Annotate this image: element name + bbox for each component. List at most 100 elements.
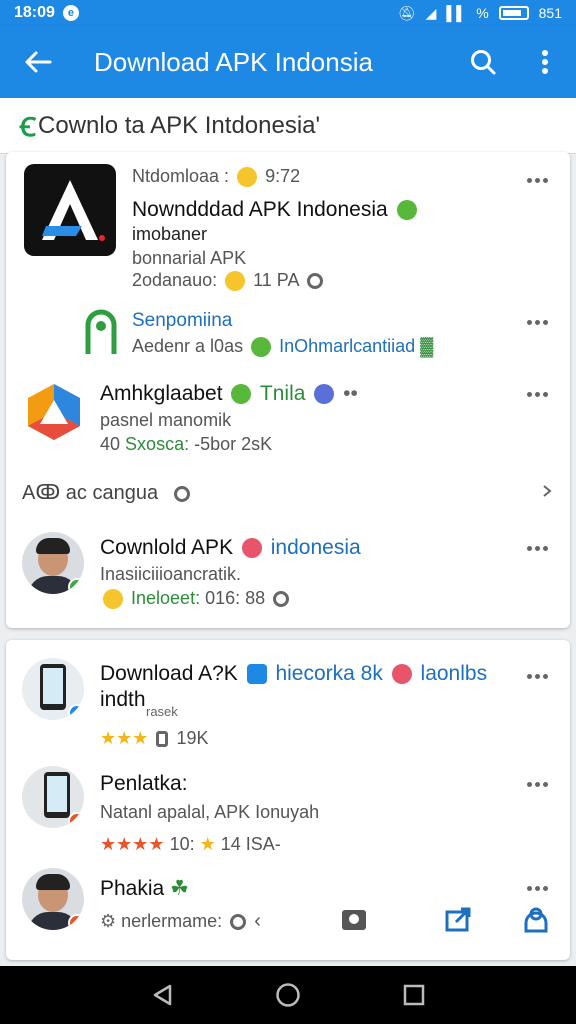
title-text: Nowndddad APK Indonesia — [132, 198, 388, 221]
more-options-button[interactable] — [522, 774, 552, 794]
nav-back-icon[interactable] — [151, 983, 173, 1007]
item-subtitle: ⚙ nerlermame: ‹ — [100, 910, 261, 933]
nav-home-icon[interactable] — [275, 982, 301, 1008]
title-text: Download A?K — [100, 662, 238, 685]
item-title-line2: indth — [100, 688, 146, 711]
brand-logo: Ꞓ — [20, 111, 36, 142]
feed-card-2: Download A?K hiecorka 8k laonlbs indth r… — [6, 640, 570, 960]
list-item[interactable]: Cownlold APK indonesia Inasiiciiioancrat… — [6, 524, 570, 624]
item-subtitle: pasnel manomik — [100, 410, 232, 430]
app-icon-green — [85, 309, 117, 354]
search-button[interactable] — [452, 26, 514, 98]
item-title: Cownlold APK indonesia — [100, 536, 361, 560]
back-chevron-icon: ‹ — [254, 910, 261, 932]
stats-label: Ineloeet: — [131, 588, 201, 608]
more-options-button[interactable] — [522, 538, 552, 558]
meta-time: 9:72 — [265, 166, 301, 186]
title-text: Amhkglaabet — [100, 382, 223, 405]
more-vert-icon — [542, 50, 548, 74]
subtitle-link: InOhmarlcantiiad — [279, 336, 416, 356]
list-item[interactable]: Ntdomloaa : 9:72 Nowndddad APK Indonesia… — [6, 152, 570, 300]
verified-icon — [231, 384, 252, 405]
user-icon[interactable] — [522, 906, 550, 934]
item-rating: ★★★ 19K — [100, 728, 208, 749]
list-item[interactable]: Senpomiina Aedenr a l0as InOhmarlcantiia… — [6, 300, 570, 366]
section-header[interactable]: Aↂ ac cangua — [6, 462, 570, 520]
app-thumbnail — [22, 766, 84, 828]
list-item[interactable]: Amhkglaabet Tnila •• pasnel manomik 40 S… — [6, 366, 570, 460]
chevron-right-icon — [543, 485, 552, 497]
subtitle-text: nerlermame: — [121, 911, 223, 931]
clock-icon — [306, 273, 323, 290]
clock-icon — [230, 914, 247, 931]
dots-icon: •• — [343, 382, 358, 405]
battery-percent: % — [476, 5, 489, 21]
item-subtitle: Natanl apalal, APK Ionuyah — [100, 802, 320, 822]
star-icon: ★ — [199, 834, 216, 854]
rating-count: 19K — [176, 728, 209, 748]
item-title: Penlatka: — [100, 772, 188, 795]
stats-value: -5bor 2sK — [194, 434, 273, 454]
half-icon — [156, 731, 169, 748]
title-link-2: laonlbs — [420, 662, 488, 685]
battery-icon — [498, 6, 529, 20]
system-nav-bar — [0, 966, 576, 1024]
avatar — [22, 868, 84, 930]
app-logo-icon — [24, 164, 116, 256]
more-options-button[interactable] — [522, 878, 552, 898]
user-badge-icon — [314, 384, 335, 405]
app-bar: Download APK Indonsia — [0, 26, 576, 98]
back-button[interactable] — [0, 26, 76, 98]
notification-icon: e — [62, 5, 79, 21]
section-label: Aↂ ac cangua — [22, 480, 193, 505]
item-subtitle: Aedenr a l0as InOhmarlcantiiad ▓ — [132, 336, 433, 358]
meta-label: Ntdomloaa : — [132, 166, 230, 186]
title-link: hiecorka 8k — [275, 662, 383, 685]
image-icon[interactable] — [340, 906, 368, 934]
emoji-icon — [391, 664, 412, 685]
clock-icon — [273, 591, 290, 608]
sub-header: Ꞓ Cownlo ta APK Intdonesia' — [0, 98, 576, 154]
list-item[interactable]: Phakia ☘ ⚙ nerlermame: ‹ — [6, 866, 570, 960]
list-item[interactable]: Penlatka: Natanl apalal, APK Ionuyah ★★★… — [6, 758, 570, 866]
item-subtitle: Inasiiciiioancratik. — [100, 564, 242, 584]
nav-recents-icon[interactable] — [403, 984, 425, 1006]
title-text: Cownlold APK — [100, 536, 234, 559]
item-meta: Ntdomloaa : 9:72 — [132, 166, 301, 188]
title-link: indonesia — [270, 536, 361, 559]
more-options-button[interactable] — [522, 666, 552, 686]
online-badge-icon — [68, 578, 84, 594]
more-options-button[interactable] — [522, 312, 552, 332]
leaf-icon: ☘ — [170, 877, 189, 900]
status-bar: 18:09 e 🔕︎ ◢ ▌▌ % 851 — [0, 0, 576, 26]
overflow-menu-button[interactable] — [514, 26, 576, 98]
status-time: 18:09 — [14, 4, 55, 21]
star-icon: ★★★★ — [100, 834, 165, 854]
more-options-button[interactable] — [522, 384, 552, 404]
emoji-icon — [241, 538, 262, 559]
item-stats: 40 Sxosca: -5bor 2sK — [100, 434, 272, 455]
title-tag: Tnila — [259, 382, 306, 405]
share-icon[interactable] — [444, 906, 472, 934]
item-title: Download A?K hiecorka 8k laonlbs — [100, 662, 487, 686]
item-small-label: rasek — [146, 704, 178, 719]
app-title: Download APK Indonsia — [94, 46, 373, 77]
title-text: Phakia — [100, 877, 165, 900]
item-rating: ★★★★ 10: ★ 14 ISA- — [100, 834, 281, 855]
more-options-button[interactable] — [522, 170, 552, 190]
section-text: Aↂ ac cangua — [22, 482, 159, 504]
subtitle-text: Aedenr a l0as — [132, 336, 244, 356]
feed-card-1: Ntdomloaa : 9:72 Nowndddad APK Indonesia… — [6, 152, 570, 628]
emoji-icon — [225, 271, 246, 292]
stats-value: 11 PA — [253, 270, 299, 290]
star-icon: ★★★ — [100, 728, 149, 748]
record-badge-icon — [68, 812, 84, 828]
battery-level: 851 — [538, 5, 562, 21]
list-item[interactable]: Download A?K hiecorka 8k laonlbs indth r… — [6, 640, 570, 758]
check-icon — [251, 337, 272, 358]
stats-value: 016: 88 — [205, 588, 266, 608]
history-icon — [173, 485, 190, 502]
sub-header-title: Cownlo ta APK Intdonesia' — [38, 111, 321, 139]
stats-label: 2odanauo: — [132, 270, 218, 290]
emoji-icon — [237, 167, 258, 188]
